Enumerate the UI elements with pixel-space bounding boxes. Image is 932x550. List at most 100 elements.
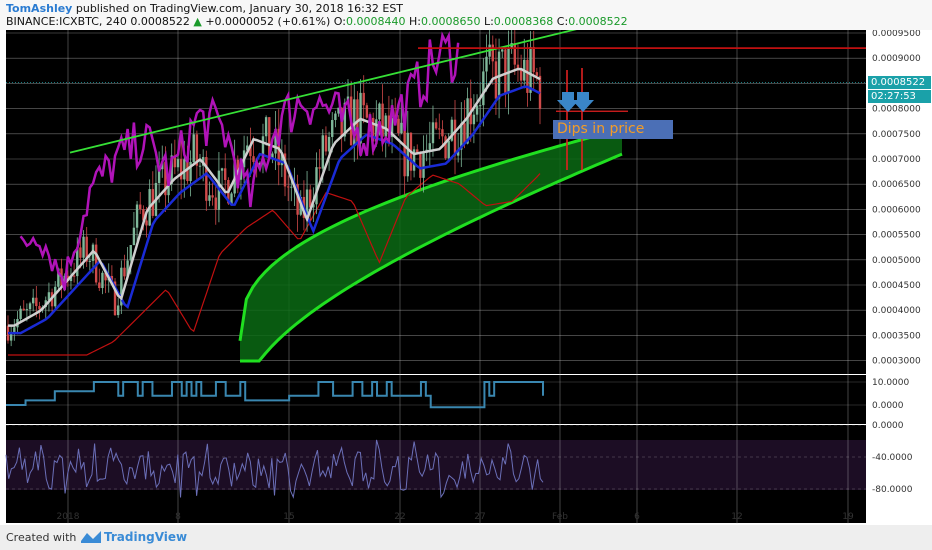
panel2-tick-label: -80.0000: [872, 485, 913, 495]
candle-body: [28, 303, 32, 310]
candle-body: [220, 168, 224, 171]
panel1-tick-label: 0.0000: [872, 401, 904, 411]
candle-body: [252, 156, 255, 162]
price-tick-label: 0.0009000: [872, 54, 921, 64]
price-tick-label: 0.0003000: [872, 357, 921, 367]
price-change: +0.0000052 (+0.61%): [205, 15, 331, 28]
candle-body: [82, 236, 85, 258]
price-tick-label: 0.0003500: [872, 331, 921, 341]
candle-body: [529, 46, 532, 93]
candle-body: [494, 61, 498, 99]
created-with-label: Created with: [6, 531, 77, 544]
x-tick-label: 22: [394, 512, 405, 522]
candle-body: [422, 152, 425, 178]
candle-body: [116, 305, 120, 316]
chart-canvas[interactable]: 2018 8 15 22 27 Feb 6 12 19 0.0009500 0.0009000 0.0…: [0, 30, 932, 525]
dips-annotation[interactable]: Dips in price: [553, 120, 673, 139]
candle-body: [205, 157, 208, 201]
candle-body: [400, 122, 403, 134]
x-tick-label: 27: [474, 512, 485, 522]
footer: Created with TradingView: [0, 525, 932, 550]
tradingview-brand[interactable]: TradingView: [104, 530, 187, 544]
candle-body: [79, 247, 82, 258]
candle-body: [132, 227, 136, 246]
candle-body: [441, 129, 444, 137]
price-tick-label: 0.0004000: [872, 306, 921, 316]
candle-body: [31, 297, 35, 304]
candle-body: [192, 134, 195, 163]
candle-body: [453, 119, 457, 156]
candle-body: [98, 282, 101, 289]
candle-body: [365, 105, 369, 118]
candle-body: [406, 132, 409, 177]
open-value: 0.0008440: [345, 15, 406, 28]
x-tick-label: 2018: [57, 512, 80, 522]
candle-body: [535, 72, 539, 76]
candle-countdown: 02:27:53: [868, 90, 931, 103]
candle-body: [334, 113, 337, 121]
candle-body: [384, 115, 387, 137]
candle-body: [208, 195, 211, 201]
symbol-label: BINANCE:ICXBTC, 240: [6, 15, 127, 28]
last-price: 0.0008522: [130, 15, 190, 28]
candle-body: [438, 128, 441, 130]
low-value: 0.0008368: [493, 15, 554, 28]
candle-body: [513, 43, 517, 65]
price-tick-label: 0.0006000: [872, 205, 921, 215]
candle-body: [466, 98, 469, 144]
ohlc-line: BINANCE:ICXBTC, 240 0.0008522 ▲ +0.00000…: [6, 15, 628, 28]
price-tick-label: 0.0007000: [872, 155, 921, 165]
price-tick-label: 0.0006500: [872, 180, 921, 190]
candle-body: [378, 103, 381, 120]
candle-body: [362, 92, 365, 106]
candle-body: [129, 245, 132, 261]
candle-body: [198, 165, 202, 167]
candle-body: [19, 308, 22, 319]
candle-body: [13, 327, 16, 333]
price-tick-label: 0.0009500: [872, 30, 921, 39]
panel1-tick-label: 10.0000: [872, 378, 909, 388]
candle-body: [321, 135, 324, 169]
price-tick-label: 0.0008000: [872, 105, 921, 115]
author-name[interactable]: TomAshley: [6, 2, 72, 15]
candle-body: [431, 122, 435, 144]
candle-body: [264, 117, 268, 137]
candle-body: [101, 272, 104, 289]
close-value: 0.0008522: [568, 15, 628, 28]
candle-body: [135, 204, 139, 228]
candle-body: [211, 195, 214, 198]
candle-body: [475, 105, 479, 115]
candle-body: [179, 159, 183, 180]
open-label: O:: [333, 15, 346, 28]
candle-body: [224, 168, 227, 180]
candle-body: [22, 308, 25, 311]
x-tick-label: 12: [731, 512, 742, 522]
price-tick-label: 0.0004500: [872, 281, 921, 291]
publish-info: published on TradingView.com, January 30…: [75, 2, 404, 15]
panel2-tick-label: -40.0000: [872, 453, 913, 463]
candle-body: [507, 48, 510, 93]
last-price-tag: 0.0008522: [868, 76, 931, 89]
candle-body: [516, 64, 520, 69]
up-triangle-icon: ▲: [193, 15, 202, 28]
candle-body: [35, 297, 38, 307]
close-label: C:: [556, 15, 569, 28]
price-tick-label: 0.0007500: [872, 130, 921, 140]
chart-header: TomAshley published on TradingView.com, …: [0, 0, 932, 30]
candle-body: [463, 123, 466, 144]
candle-body: [176, 159, 180, 168]
x-tick-label: Feb: [552, 512, 568, 522]
candle-body: [434, 122, 438, 129]
candle-body: [315, 167, 318, 205]
candle-body: [478, 105, 482, 107]
high-value: 0.0008650: [420, 15, 481, 28]
candle-body: [145, 220, 148, 226]
candle-body: [397, 118, 400, 134]
candle-body: [447, 140, 450, 159]
candle-body: [286, 186, 290, 188]
candle-body: [38, 306, 41, 310]
x-tick-label: 19: [842, 512, 854, 522]
x-tick-label: 15: [283, 512, 294, 522]
candle-body: [214, 197, 217, 210]
candle-body: [491, 44, 494, 62]
